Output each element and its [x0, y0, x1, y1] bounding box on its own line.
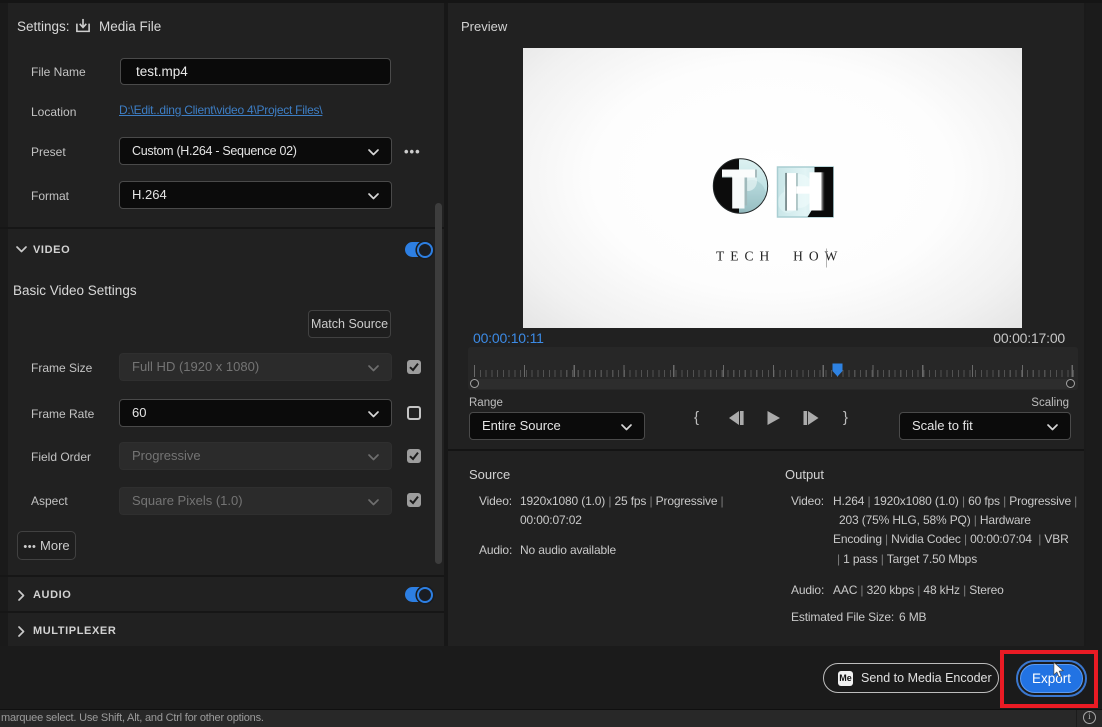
svg-text:TECH HOW: TECH HOW [716, 249, 843, 264]
